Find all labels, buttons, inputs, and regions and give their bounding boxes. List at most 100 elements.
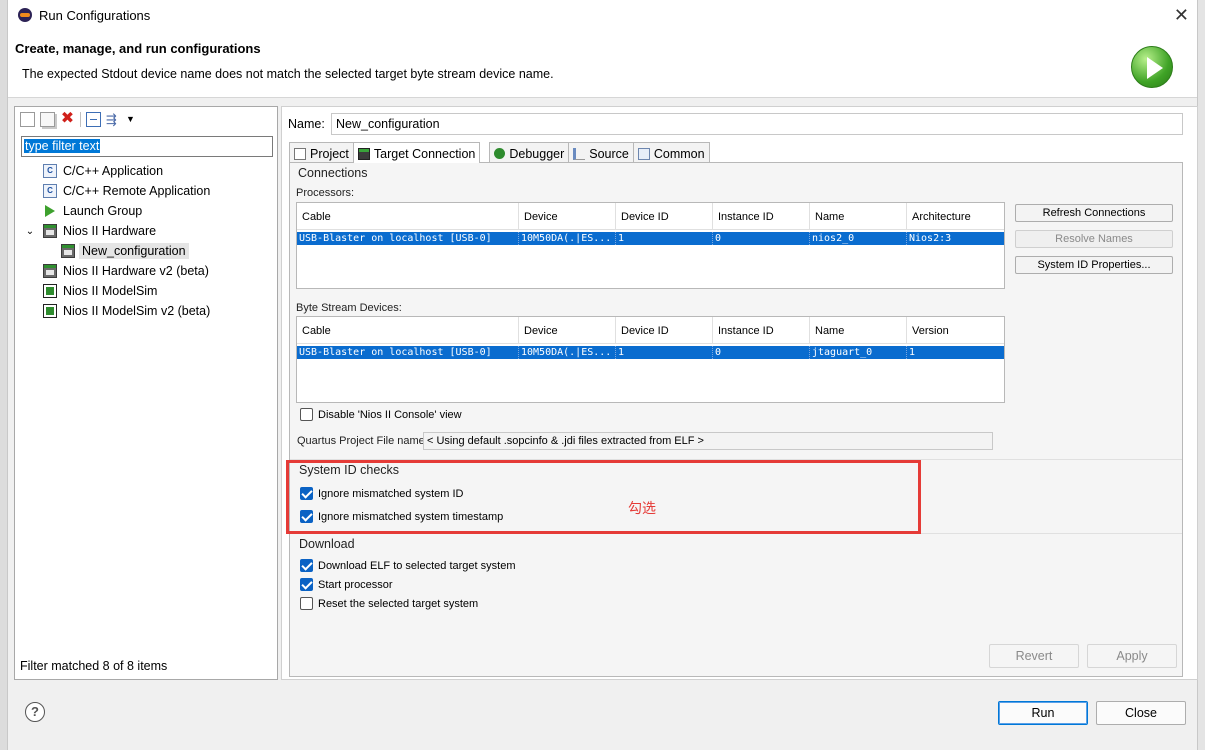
ignore-system-id-checkbox[interactable]: Ignore mismatched system ID bbox=[300, 487, 464, 500]
tree-item-nios-hardware[interactable]: ⌄ Nios II Hardware bbox=[15, 221, 277, 241]
column-header[interactable]: Device ID bbox=[616, 317, 713, 343]
tree-item-nios-hardware-v2[interactable]: Nios II Hardware v2 (beta) bbox=[15, 261, 277, 281]
table-cell: jtaguart_0 bbox=[810, 346, 907, 359]
byte-stream-label: Byte Stream Devices: bbox=[296, 302, 402, 314]
disable-console-checkbox[interactable]: Disable 'Nios II Console' view bbox=[300, 408, 462, 421]
table-row[interactable]: USB-Blaster on localhost [USB-0] 10M50DA… bbox=[297, 232, 1004, 245]
tree-item-label: Nios II Hardware bbox=[63, 224, 157, 238]
tab-label: Source bbox=[589, 146, 629, 161]
duplicate-icon[interactable] bbox=[40, 111, 55, 127]
close-window-icon[interactable]: ✕ bbox=[1174, 5, 1189, 26]
checkbox-label: Start processor bbox=[318, 578, 393, 591]
byte-stream-table: Cable Device Device ID Instance ID Name … bbox=[296, 316, 1005, 403]
download-elf-checkbox[interactable]: Download ELF to selected target system bbox=[300, 559, 515, 572]
filter-icon[interactable]: ⇶ bbox=[106, 112, 121, 127]
dialog-header: Create, manage, and run configurations T… bbox=[8, 30, 1197, 98]
checkbox[interactable] bbox=[300, 408, 313, 421]
chevron-down-icon[interactable]: ▼ bbox=[126, 112, 141, 127]
tree-item-new-configuration[interactable]: New_configuration bbox=[15, 241, 277, 261]
c-app-icon: C bbox=[43, 184, 57, 198]
tree-item-nios-modelsim-v2[interactable]: Nios II ModelSim v2 (beta) bbox=[15, 301, 277, 321]
configuration-list-pane: ✖ ⇶ ▼ type filter text C C/C++ Applicati… bbox=[14, 106, 278, 680]
system-id-section-title: System ID checks bbox=[299, 463, 400, 477]
configuration-name-field[interactable]: New_configuration bbox=[331, 113, 1183, 135]
table-cell: 0 bbox=[713, 232, 810, 245]
column-header[interactable]: Cable bbox=[297, 317, 519, 343]
column-header[interactable]: Architecture bbox=[907, 203, 1003, 229]
column-header[interactable]: Version bbox=[907, 317, 1003, 343]
tab-label: Target Connection bbox=[373, 147, 476, 161]
system-id-properties-button[interactable]: System ID Properties... bbox=[1015, 256, 1173, 274]
left-toolbar: ✖ ⇶ ▼ bbox=[15, 107, 277, 131]
column-header[interactable]: Cable bbox=[297, 203, 519, 229]
header-title: Create, manage, and run configurations bbox=[15, 41, 261, 56]
tree-item-nios-modelsim[interactable]: Nios II ModelSim bbox=[15, 281, 277, 301]
column-header[interactable]: Instance ID bbox=[713, 317, 810, 343]
resolve-names-button[interactable]: Resolve Names bbox=[1015, 230, 1173, 248]
checkbox[interactable] bbox=[300, 597, 313, 610]
tab-common[interactable]: Common bbox=[632, 142, 710, 162]
tab-project[interactable]: Project bbox=[289, 142, 354, 162]
column-header[interactable]: Name bbox=[810, 317, 907, 343]
column-header[interactable]: Name bbox=[810, 203, 907, 229]
quartus-project-field[interactable]: < Using default .sopcinfo & .jdi files e… bbox=[423, 432, 993, 450]
tree-item-label: C/C++ Remote Application bbox=[63, 184, 211, 198]
tab-target-connection[interactable]: Target Connection bbox=[352, 142, 481, 163]
column-header[interactable]: Device bbox=[519, 317, 616, 343]
target-connection-icon bbox=[357, 148, 370, 160]
expand-chevron-icon[interactable]: ⌄ bbox=[23, 226, 37, 237]
processors-table: Cable Device Device ID Instance ID Name … bbox=[296, 202, 1005, 289]
checkbox[interactable] bbox=[300, 559, 313, 572]
tree-item-launch-group[interactable]: Launch Group bbox=[15, 201, 277, 221]
filter-status: Filter matched 8 of 8 items bbox=[20, 659, 168, 673]
tab-source[interactable]: Source bbox=[568, 142, 634, 162]
run-button[interactable]: Run bbox=[998, 701, 1088, 725]
section-divider bbox=[290, 459, 1182, 460]
tree-item-label: Nios II ModelSim v2 (beta) bbox=[63, 304, 211, 318]
source-icon bbox=[573, 147, 586, 160]
checkbox[interactable] bbox=[300, 578, 313, 591]
window-title: Run Configurations bbox=[39, 7, 151, 23]
table-cell: 1 bbox=[616, 232, 713, 245]
tree-item-label: Nios II ModelSim bbox=[63, 284, 158, 298]
reset-target-checkbox[interactable]: Reset the selected target system bbox=[300, 597, 478, 610]
refresh-connections-button[interactable]: Refresh Connections bbox=[1015, 204, 1173, 222]
background-edge-left bbox=[0, 0, 7, 750]
column-header[interactable]: Device bbox=[519, 203, 616, 229]
checkbox-label: Disable 'Nios II Console' view bbox=[318, 408, 462, 421]
tree-item-label: Launch Group bbox=[63, 204, 143, 218]
filter-text: type filter text bbox=[24, 139, 101, 153]
download-section-title: Download bbox=[299, 537, 355, 551]
table-cell: USB-Blaster on localhost [USB-0] bbox=[297, 346, 519, 359]
processors-table-header: Cable Device Device ID Instance ID Name … bbox=[297, 203, 1004, 230]
tab-debugger[interactable]: Debugger bbox=[489, 142, 570, 162]
column-header[interactable]: Device ID bbox=[616, 203, 713, 229]
close-button[interactable]: Close bbox=[1096, 701, 1186, 725]
tree-item-c-remote-application[interactable]: C C/C++ Remote Application bbox=[15, 181, 277, 201]
collapse-all-icon[interactable] bbox=[86, 111, 101, 127]
modelsim-icon bbox=[43, 304, 57, 318]
apply-button[interactable]: Apply bbox=[1087, 644, 1177, 668]
table-cell: 10M50DA(.|ES... bbox=[519, 346, 616, 359]
ignore-timestamp-checkbox[interactable]: Ignore mismatched system timestamp bbox=[300, 510, 503, 523]
table-cell: Nios2:3 bbox=[909, 233, 952, 244]
tree-item-c-application[interactable]: C C/C++ Application bbox=[15, 161, 277, 181]
column-header[interactable]: Instance ID bbox=[713, 203, 810, 229]
checkbox[interactable] bbox=[300, 510, 313, 523]
target-connection-panel: Connections Processors: Cable Device Dev… bbox=[289, 162, 1183, 677]
filter-input[interactable]: type filter text bbox=[21, 136, 273, 157]
start-processor-checkbox[interactable]: Start processor bbox=[300, 578, 393, 591]
checkbox[interactable] bbox=[300, 487, 313, 500]
table-row[interactable]: USB-Blaster on localhost [USB-0] 10M50DA… bbox=[297, 346, 1004, 359]
tab-label: Debugger bbox=[509, 146, 565, 161]
delete-icon[interactable]: ✖ bbox=[60, 110, 75, 127]
tab-label: Project bbox=[310, 146, 349, 161]
new-configuration-icon[interactable] bbox=[20, 111, 35, 127]
tree-item-label: Nios II Hardware v2 (beta) bbox=[63, 264, 209, 278]
nios-hardware-icon bbox=[43, 224, 57, 238]
checkbox-label: Download ELF to selected target system bbox=[318, 559, 516, 572]
run-icon bbox=[1131, 46, 1173, 88]
revert-button[interactable]: Revert bbox=[989, 644, 1079, 668]
c-app-icon: C bbox=[43, 164, 57, 178]
help-icon[interactable]: ? bbox=[25, 702, 45, 722]
